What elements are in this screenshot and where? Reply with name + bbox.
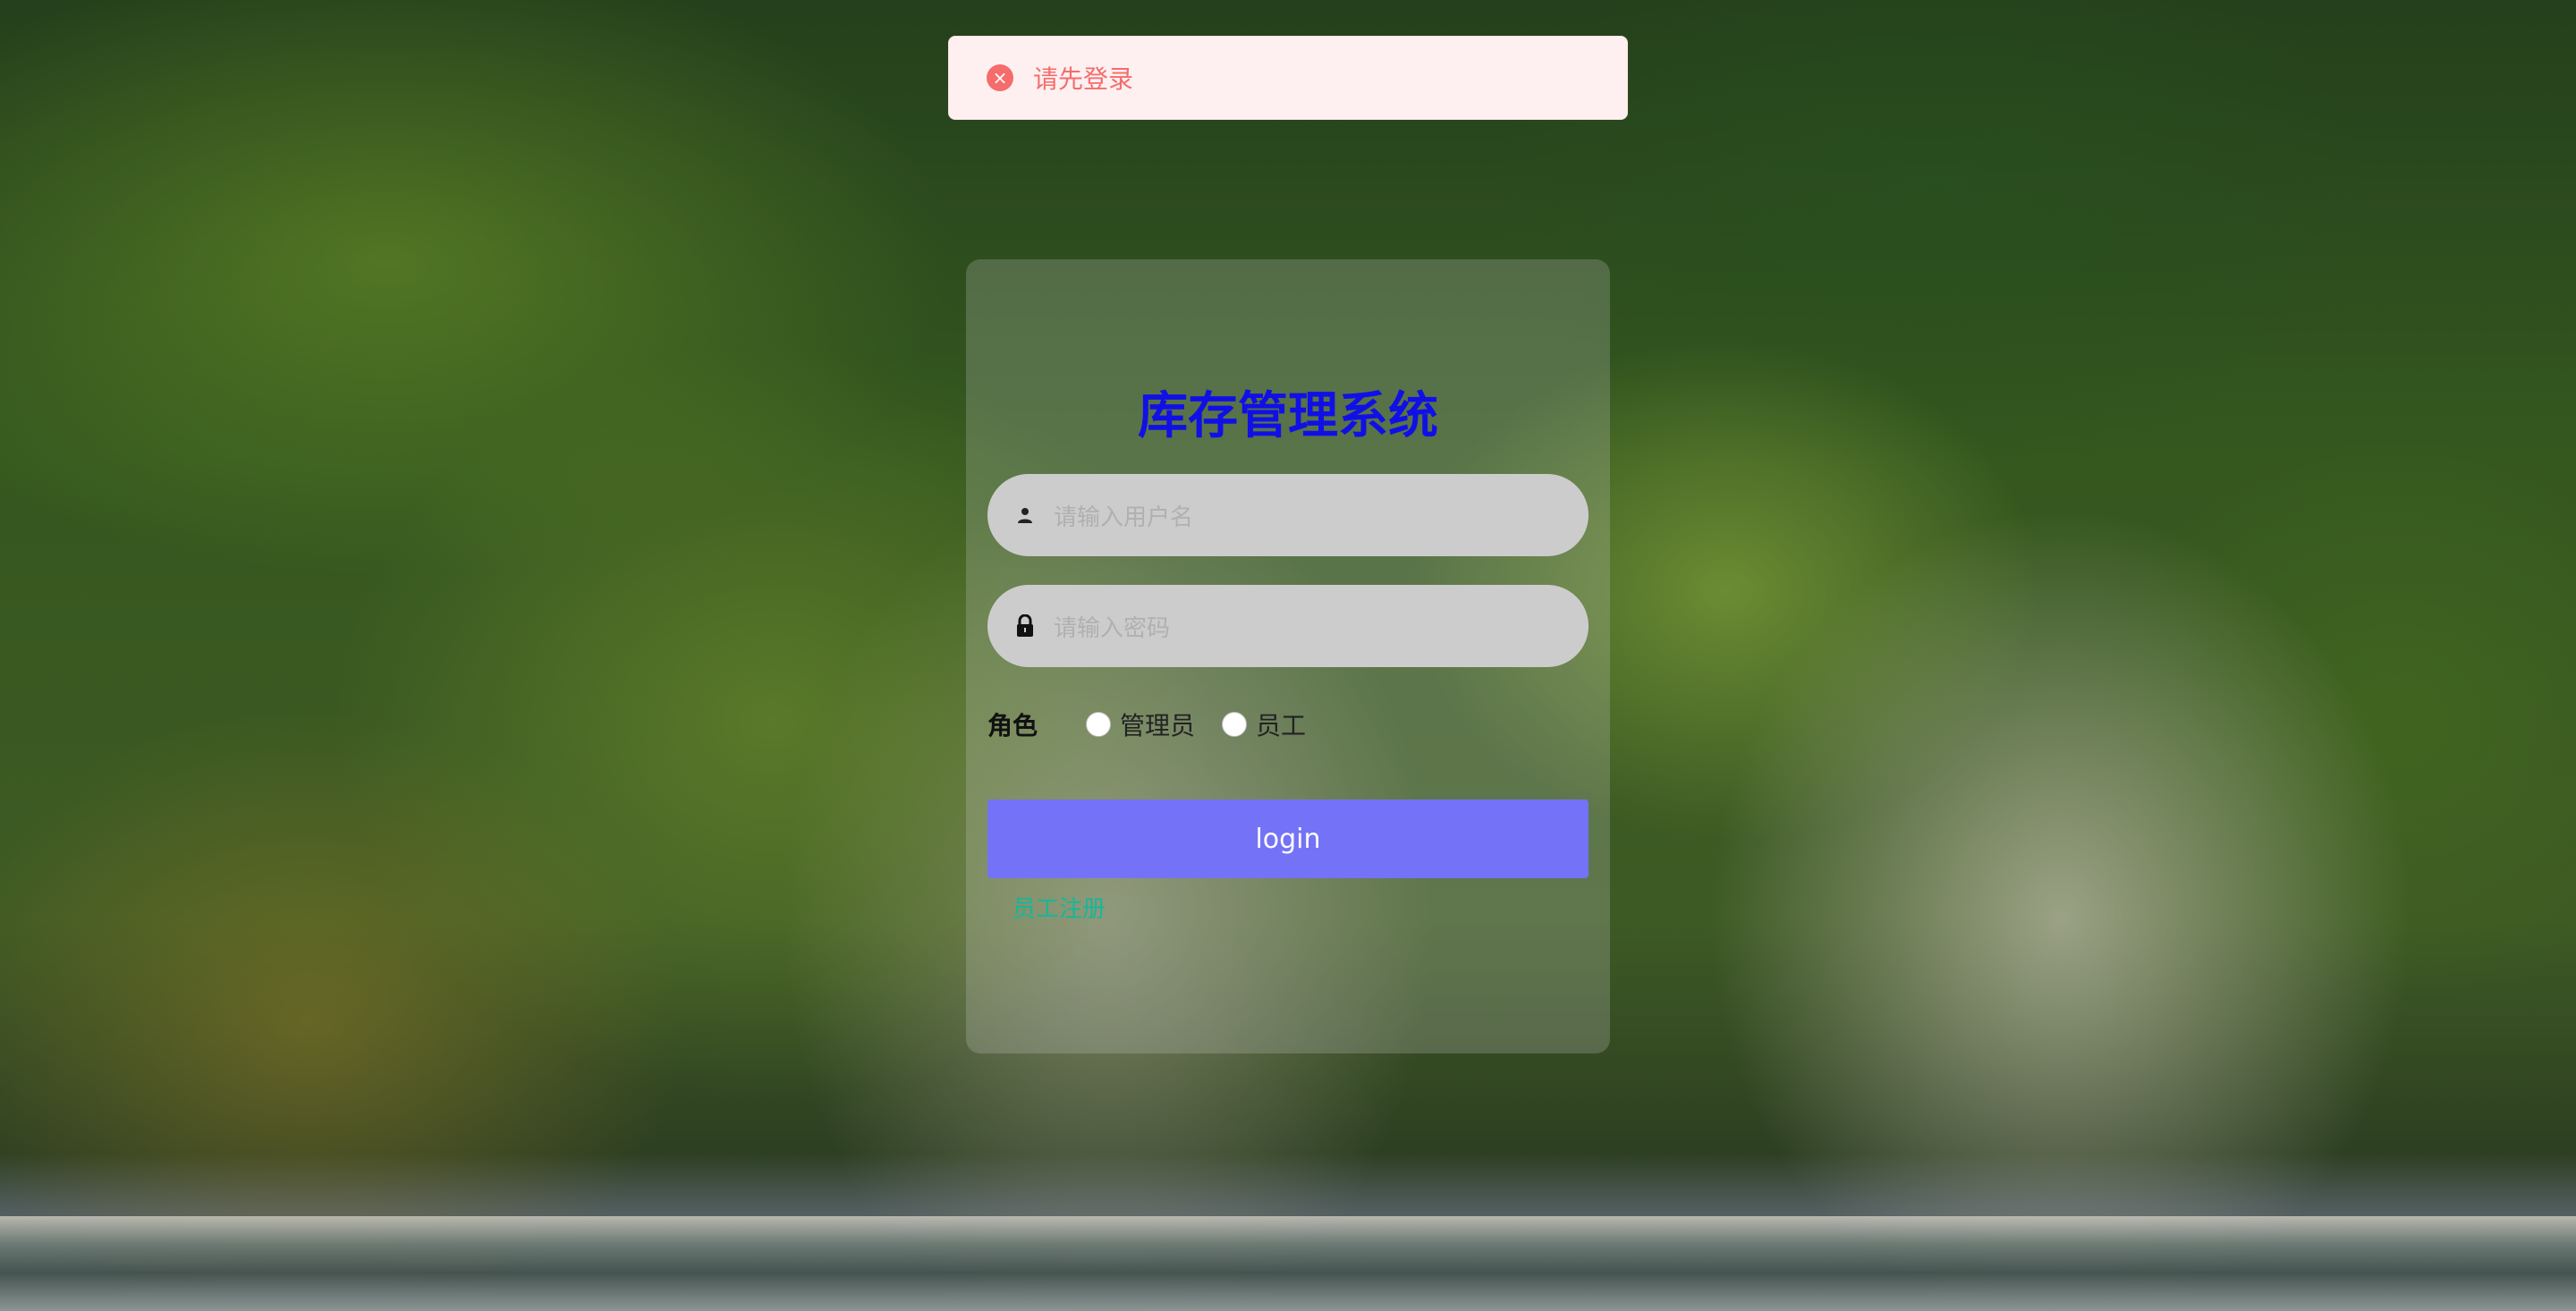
user-icon: [1007, 506, 1043, 524]
username-placeholder: 请输入用户名: [1054, 503, 1194, 531]
radio-employee[interactable]: [1222, 712, 1248, 737]
password-field[interactable]: 请输入密码: [987, 585, 1589, 667]
toast-message: 请先登录: [1033, 64, 1134, 94]
login-card: 库存管理系统 请输入用户名 请输入密码 角色 管理员 员工 login 员工注册: [966, 259, 1610, 1053]
password-placeholder: 请输入密码: [1054, 614, 1171, 642]
error-toast: × 请先登录: [948, 36, 1628, 120]
role-label: 角色: [987, 711, 1038, 740]
radio-admin[interactable]: [1086, 712, 1111, 737]
lake-reflection: [0, 1216, 2576, 1311]
radio-employee-label[interactable]: 员工: [1256, 706, 1306, 742]
username-field[interactable]: 请输入用户名: [987, 474, 1589, 556]
role-selector: 角色 管理员 员工: [987, 706, 1333, 742]
close-circle-icon: ×: [987, 64, 1013, 91]
page-title: 库存管理系统: [1138, 387, 1438, 445]
register-link[interactable]: 员工注册: [1013, 891, 1106, 924]
lock-icon: [1007, 614, 1043, 638]
login-button[interactable]: login: [987, 799, 1589, 878]
radio-admin-label[interactable]: 管理员: [1120, 706, 1195, 742]
